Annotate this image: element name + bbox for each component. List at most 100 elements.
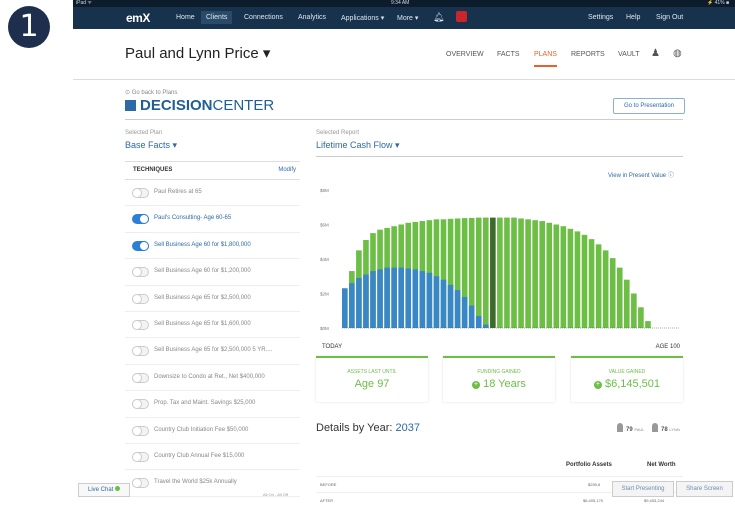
divider: [125, 119, 683, 120]
toggle-switch[interactable]: [132, 293, 149, 304]
technique-row[interactable]: Paul's Consulting- Age 60-65: [125, 206, 300, 233]
bar-green: [631, 293, 637, 328]
technique-label: Prop. Tax and Maint. Savings $25,000: [154, 400, 256, 407]
nav-clients[interactable]: Clients: [201, 11, 233, 24]
toggle-switch[interactable]: [132, 425, 149, 436]
bar-blue: [370, 271, 376, 328]
bar-blue: [461, 296, 468, 328]
details-year[interactable]: 2037: [396, 422, 420, 434]
bar-blue: [342, 288, 348, 328]
bell-icon[interactable]: 🔔︎: [433, 12, 444, 23]
toggle-switch[interactable]: [132, 372, 149, 383]
bar-green: [475, 217, 482, 328]
nav-help[interactable]: Help: [626, 14, 640, 21]
bar-blue: [349, 283, 355, 328]
toggle-switch[interactable]: [132, 319, 149, 330]
tab-vault[interactable]: VAULT: [618, 51, 640, 58]
techniques-header: TECHNIQUES Modify: [125, 162, 300, 180]
technique-label: Sell Business Age 65 for $2,500,000 5 YR…: [154, 347, 273, 354]
technique-row[interactable]: Sell Business Age 65 for $1,600,000: [125, 312, 300, 339]
row-portfolio: $259,6: [588, 482, 601, 487]
view-present-value-link[interactable]: View in Present Value ⓘ: [608, 170, 674, 179]
technique-label: Sell Business Age 60 for $1,200,000: [154, 268, 251, 275]
toggle-switch[interactable]: [132, 188, 149, 198]
client-name-dropdown[interactable]: Paul and Lynn Price ▾: [125, 44, 270, 62]
technique-row[interactable]: Country Club Initiation Fee $50,000: [125, 418, 300, 444]
bar-green: [588, 239, 595, 328]
technique-row[interactable]: Sell Business Age 65 for $2,500,000: [125, 286, 300, 312]
nav-sign-out[interactable]: Sign Out: [656, 14, 683, 21]
toggle-switch[interactable]: [132, 267, 149, 278]
nav-settings[interactable]: Settings: [588, 14, 613, 21]
tab-reports[interactable]: REPORTS: [571, 51, 605, 58]
nav-analytics[interactable]: Analytics: [298, 14, 326, 21]
toggle-switch[interactable]: [132, 478, 149, 489]
go-to-presentation-button[interactable]: Go to Presentation: [613, 98, 685, 114]
technique-row[interactable]: Downsize to Condo at Ret., Net $400,000: [125, 365, 300, 392]
live-chat-button[interactable]: Live Chat: [78, 483, 130, 497]
y-tick-label: $2M: [320, 292, 329, 297]
selected-plan-dropdown[interactable]: Base Facts ▾: [125, 140, 177, 151]
nav-applications[interactable]: Applications ▾: [341, 14, 384, 22]
globe-icon[interactable]: ◍: [673, 48, 682, 59]
technique-row[interactable]: Country Club Annual Fee $15,000: [125, 444, 300, 471]
nav-more[interactable]: More ▾: [397, 14, 418, 22]
bar-green: [560, 226, 567, 328]
tab-plans[interactable]: PLANS: [534, 51, 557, 67]
bar-blue: [377, 269, 383, 328]
funding-gained-value: +18 Years: [443, 378, 555, 390]
y-tick-label: $4M: [320, 257, 329, 262]
start-presenting-button[interactable]: Start Presenting: [612, 481, 674, 497]
bar-blue: [447, 284, 454, 328]
toggle-switch[interactable]: [132, 451, 149, 462]
bar-blue: [426, 272, 433, 328]
header-portfolio-assets: Portfolio Assets: [566, 462, 612, 468]
techniques-list: Paul Retires at 65 Paul's Consulting- Age…: [125, 180, 300, 497]
y-tick-label: $6M: [320, 223, 329, 228]
share-screen-button[interactable]: Share Screen: [676, 481, 733, 497]
bar-green: [602, 250, 609, 328]
row-portfolio: $6,405,170: [583, 498, 604, 503]
status-time: 9:34 AM: [391, 0, 410, 6]
bar-green: [645, 321, 651, 328]
technique-label: Country Club Annual Fee $15,000: [154, 452, 245, 459]
all-on-all-off[interactable]: All On - All Off: [263, 492, 288, 497]
lynn-age-label: LYNN: [669, 427, 680, 432]
toggle-switch[interactable]: [132, 240, 149, 251]
nav-home[interactable]: Home: [176, 14, 195, 21]
top-navigation: emX Home Clients Connections Analytics A…: [73, 7, 735, 29]
lifetime-cash-flow-chart: $0M $2M $4M $6M $8M TODAY AGE 100: [320, 188, 681, 350]
y-tick-label: $8M: [320, 188, 329, 193]
toggle-switch[interactable]: [132, 399, 149, 410]
decision-center-title: DECISIONCENTER: [125, 97, 274, 114]
technique-row[interactable]: Prop. Tax and Maint. Savings $25,000: [125, 391, 300, 418]
technique-row[interactable]: Paul Retires at 65: [125, 180, 300, 207]
technique-row[interactable]: Sell Business Age 60 for $1,800,000: [125, 233, 300, 260]
report-underline: [316, 156, 683, 157]
person-icon: [652, 423, 658, 432]
bar-green: [483, 217, 489, 328]
back-to-plans-link[interactable]: ⊙ Go back to Plans: [125, 89, 177, 96]
toggle-switch[interactable]: [132, 346, 149, 357]
header-net-worth: Net Worth: [647, 462, 676, 468]
bar-chart-icon: [125, 100, 136, 111]
x-label-age-100: AGE 100: [656, 344, 681, 350]
tab-facts[interactable]: FACTS: [497, 51, 520, 58]
bar-blue: [391, 267, 397, 328]
user-icon[interactable]: ♟: [651, 48, 660, 59]
pdf-icon[interactable]: [456, 11, 467, 22]
back-link-text: Go back to Plans: [131, 90, 178, 96]
bar-blue: [483, 324, 489, 328]
selected-report-dropdown[interactable]: Lifetime Cash Flow ▾: [316, 140, 400, 151]
value-gained-card: VALUE GAINED + $6,145,501: [571, 356, 683, 402]
tab-overview[interactable]: OVERVIEW: [446, 51, 484, 58]
modify-link[interactable]: Modify: [278, 167, 296, 173]
technique-row[interactable]: Sell Business Age 65 for $2,500,000 5 YR…: [125, 338, 300, 365]
bar-blue: [405, 268, 412, 328]
emx-logo[interactable]: emX: [126, 11, 150, 25]
technique-row[interactable]: Sell Business Age 60 for $1,200,000: [125, 259, 300, 286]
online-dot-icon: [115, 486, 121, 491]
toggle-switch[interactable]: [132, 214, 149, 225]
bar-blue: [412, 269, 419, 328]
nav-connections[interactable]: Connections: [244, 14, 283, 21]
